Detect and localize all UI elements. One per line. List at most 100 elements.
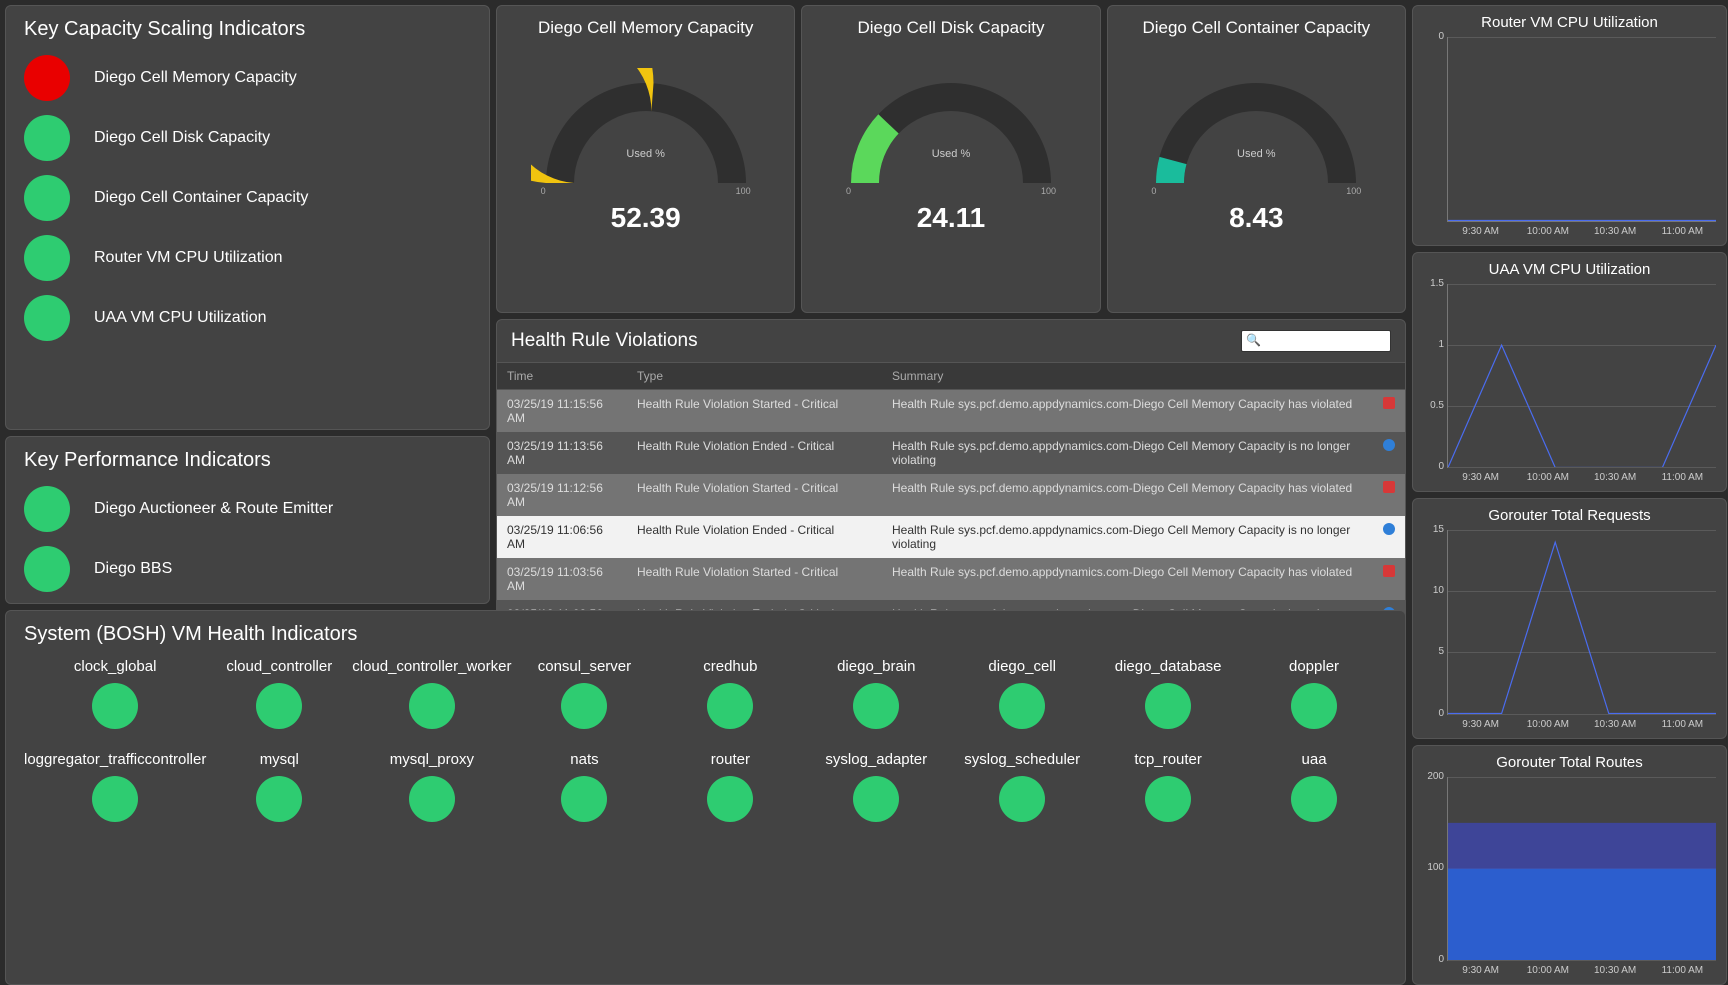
- mini-chart[interactable]: Gorouter Total Requests1510509:30 AM10:0…: [1412, 498, 1727, 739]
- bosh-item[interactable]: syslog_adapter: [803, 751, 949, 822]
- bosh-item[interactable]: consul_server: [511, 658, 657, 729]
- severity-info-icon: [1383, 523, 1395, 535]
- status-dot-icon: [561, 776, 607, 822]
- gauge-used-label: Used %: [836, 148, 1066, 160]
- gauge-card[interactable]: Diego Cell Container Capacity Used % 010…: [1107, 5, 1406, 313]
- mini-chart-title: Gorouter Total Requests: [1423, 507, 1716, 524]
- violation-summary: Health Rule sys.pcf.demo.appdynamics.com…: [882, 432, 1373, 474]
- gauge-arc: Used % 0100: [836, 68, 1066, 198]
- bosh-item[interactable]: uaa: [1241, 751, 1387, 822]
- violations-title: Health Rule Violations: [511, 330, 698, 352]
- bosh-item[interactable]: diego_database: [1095, 658, 1241, 729]
- violation-summary: Health Rule sys.pcf.demo.appdynamics.com…: [882, 474, 1373, 516]
- mini-chart[interactable]: Gorouter Total Routes20010009:30 AM10:00…: [1412, 745, 1727, 985]
- violation-type: Health Rule Violation Started - Critical: [627, 390, 882, 433]
- gauge-value: 52.39: [611, 202, 681, 234]
- status-dot-icon: [1145, 776, 1191, 822]
- bosh-item[interactable]: clock_global: [24, 658, 206, 729]
- kcsi-label: UAA VM CPU Utilization: [94, 309, 267, 327]
- bosh-label: diego_database: [1095, 658, 1241, 675]
- status-dot-icon: [24, 546, 70, 592]
- status-dot-icon: [92, 776, 138, 822]
- severity-info-icon: [1383, 439, 1395, 451]
- bosh-label: router: [657, 751, 803, 768]
- kpi-title: Key Performance Indicators: [24, 449, 471, 472]
- violations-search-input[interactable]: [1241, 330, 1391, 352]
- violations-header-row: Time Type Summary: [497, 363, 1405, 390]
- bosh-item[interactable]: syslog_scheduler: [949, 751, 1095, 822]
- status-dot-icon: [853, 776, 899, 822]
- violations-search[interactable]: 🔍: [1241, 330, 1391, 352]
- kpi-label: Diego BBS: [94, 560, 172, 578]
- violation-row[interactable]: 03/25/19 11:03:56 AM Health Rule Violati…: [497, 558, 1405, 600]
- bosh-label: cloud_controller: [206, 658, 352, 675]
- status-dot-icon: [1145, 683, 1191, 729]
- violations-panel: Health Rule Violations 🔍 Time Type Summa…: [496, 319, 1406, 656]
- violation-row[interactable]: 03/25/19 11:15:56 AM Health Rule Violati…: [497, 390, 1405, 433]
- bosh-item[interactable]: tcp_router: [1095, 751, 1241, 822]
- kpi-panel: Key Performance Indicators Diego Auction…: [5, 436, 490, 604]
- kpi-item[interactable]: Diego BBS: [24, 546, 471, 592]
- kpi-label: Diego Auctioneer & Route Emitter: [94, 500, 333, 518]
- kcsi-item[interactable]: Diego Cell Container Capacity: [24, 175, 471, 221]
- kcsi-item[interactable]: UAA VM CPU Utilization: [24, 295, 471, 341]
- gauge-used-label: Used %: [1141, 148, 1371, 160]
- status-dot-icon: [707, 776, 753, 822]
- bosh-label: mysql: [206, 751, 352, 768]
- bosh-item[interactable]: cloud_controller: [206, 658, 352, 729]
- violation-summary: Health Rule sys.pcf.demo.appdynamics.com…: [882, 390, 1373, 433]
- bosh-item[interactable]: credhub: [657, 658, 803, 729]
- mini-chart[interactable]: Router VM CPU Utilization09:30 AM10:00 A…: [1412, 5, 1727, 246]
- bosh-item[interactable]: router: [657, 751, 803, 822]
- bosh-item[interactable]: diego_cell: [949, 658, 1095, 729]
- gauge-used-label: Used %: [531, 148, 761, 160]
- kcsi-item[interactable]: Diego Cell Disk Capacity: [24, 115, 471, 161]
- mini-chart-title: Router VM CPU Utilization: [1423, 14, 1716, 31]
- gauge-arc: Used % 0100: [531, 68, 761, 198]
- bosh-label: syslog_scheduler: [949, 751, 1095, 768]
- violation-type: Health Rule Violation Started - Critical: [627, 558, 882, 600]
- bosh-item[interactable]: nats: [511, 751, 657, 822]
- violation-time: 03/25/19 11:12:56 AM: [497, 474, 627, 516]
- gauges-row: Diego Cell Memory Capacity Used % 0100 5…: [496, 5, 1406, 313]
- bosh-item[interactable]: mysql_proxy: [352, 751, 511, 822]
- status-dot-icon: [24, 115, 70, 161]
- kcsi-label: Diego Cell Container Capacity: [94, 189, 308, 207]
- bosh-label: tcp_router: [1095, 751, 1241, 768]
- col-summary[interactable]: Summary: [882, 363, 1373, 390]
- kcsi-item[interactable]: Router VM CPU Utilization: [24, 235, 471, 281]
- bosh-item[interactable]: mysql: [206, 751, 352, 822]
- violation-summary: Health Rule sys.pcf.demo.appdynamics.com…: [882, 558, 1373, 600]
- bosh-panel: System (BOSH) VM Health Indicators clock…: [5, 610, 1406, 985]
- gauge-title: Diego Cell Disk Capacity: [857, 18, 1044, 38]
- bosh-item[interactable]: diego_brain: [803, 658, 949, 729]
- violation-row[interactable]: 03/25/19 11:13:56 AM Health Rule Violati…: [497, 432, 1405, 474]
- bosh-item[interactable]: doppler: [1241, 658, 1387, 729]
- bosh-item[interactable]: loggregator_trafficcontroller: [24, 751, 206, 822]
- col-time[interactable]: Time: [497, 363, 627, 390]
- kcsi-panel: Key Capacity Scaling Indicators Diego Ce…: [5, 5, 490, 430]
- bosh-item[interactable]: cloud_controller_worker: [352, 658, 511, 729]
- col-type[interactable]: Type: [627, 363, 882, 390]
- kcsi-item[interactable]: Diego Cell Memory Capacity: [24, 55, 471, 101]
- kpi-item[interactable]: Diego Auctioneer & Route Emitter: [24, 486, 471, 532]
- violation-time: 03/25/19 11:13:56 AM: [497, 432, 627, 474]
- bosh-label: cloud_controller_worker: [352, 658, 511, 675]
- violation-summary: Health Rule sys.pcf.demo.appdynamics.com…: [882, 516, 1373, 558]
- status-dot-icon: [24, 295, 70, 341]
- bosh-title: System (BOSH) VM Health Indicators: [24, 623, 1387, 646]
- severity-critical-icon: [1383, 397, 1395, 409]
- violation-row[interactable]: 03/25/19 11:06:56 AM Health Rule Violati…: [497, 516, 1405, 558]
- bosh-label: loggregator_trafficcontroller: [24, 751, 206, 768]
- bosh-label: syslog_adapter: [803, 751, 949, 768]
- gauge-card[interactable]: Diego Cell Disk Capacity Used % 0100 24.…: [801, 5, 1100, 313]
- mini-chart-title: Gorouter Total Routes: [1423, 754, 1716, 771]
- bosh-label: credhub: [657, 658, 803, 675]
- bosh-label: diego_cell: [949, 658, 1095, 675]
- mini-chart[interactable]: UAA VM CPU Utilization1.510.509:30 AM10:…: [1412, 252, 1727, 493]
- violation-row[interactable]: 03/25/19 11:12:56 AM Health Rule Violati…: [497, 474, 1405, 516]
- kcsi-label: Diego Cell Memory Capacity: [94, 69, 297, 87]
- violation-time: 03/25/19 11:03:56 AM: [497, 558, 627, 600]
- gauge-card[interactable]: Diego Cell Memory Capacity Used % 0100 5…: [496, 5, 795, 313]
- status-dot-icon: [409, 776, 455, 822]
